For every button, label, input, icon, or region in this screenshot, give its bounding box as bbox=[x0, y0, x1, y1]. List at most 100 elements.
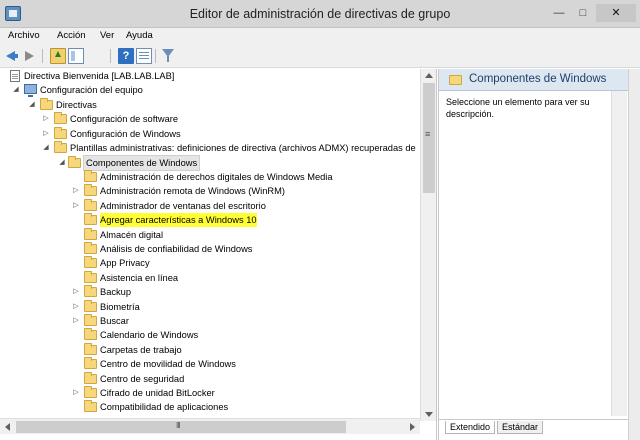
tab-estandar[interactable]: Estándar bbox=[497, 421, 544, 434]
folder-icon bbox=[68, 156, 81, 168]
expand-arrow-icon[interactable]: ▷ bbox=[42, 127, 50, 141]
tree-item-label: Centro de seguridad bbox=[100, 373, 185, 384]
up-folder-icon[interactable] bbox=[50, 48, 66, 64]
scroll-up-arrow-icon[interactable] bbox=[425, 73, 433, 78]
toolbar-separator bbox=[110, 49, 111, 63]
menu-ver[interactable]: Ver bbox=[100, 30, 114, 41]
expand-arrow-icon[interactable]: ▷ bbox=[72, 199, 80, 213]
tab-extendido[interactable]: Extendido bbox=[445, 421, 496, 434]
toolbar: ? bbox=[0, 44, 640, 68]
tree-item-label: Configuración del equipo bbox=[40, 85, 143, 95]
folder-icon bbox=[84, 184, 97, 197]
tree-item-label: Configuración de software bbox=[70, 114, 179, 124]
folder-icon bbox=[84, 256, 97, 269]
tree-item-label: Administración de derechos digitales de … bbox=[100, 172, 333, 182]
forward-arrow-icon[interactable] bbox=[25, 51, 34, 61]
tree-item-label: Almacén digital bbox=[100, 229, 164, 240]
folder-icon bbox=[84, 386, 97, 398]
tree-item-label: Asistencia en línea bbox=[100, 272, 179, 283]
expand-arrow-icon[interactable]: ▷ bbox=[72, 285, 80, 299]
folder-icon bbox=[84, 170, 97, 182]
tree-horizontal-scrollbar[interactable] bbox=[0, 418, 420, 434]
expand-arrow-icon[interactable]: ▷ bbox=[72, 300, 80, 314]
tree-item-label: Compatibilidad de aplicaciones bbox=[100, 402, 229, 413]
tree-item-label: Análisis de confiabilidad de Windows bbox=[100, 244, 253, 254]
folder-icon bbox=[54, 127, 67, 139]
folder-icon bbox=[84, 285, 97, 298]
tree-item-label: Administrador de ventanas del escritorio bbox=[100, 200, 266, 211]
toolbar-separator bbox=[42, 49, 43, 63]
tree-item-label: Administración remota de Windows (WinRM) bbox=[100, 186, 285, 197]
console-tree: Directiva Bienvenida [LAB.LAB.LAB] ◢ Con… bbox=[0, 69, 420, 421]
folder-icon bbox=[84, 371, 97, 384]
title-bar: Editor de administración de directivas d… bbox=[0, 0, 640, 28]
scroll-left-arrow-icon[interactable] bbox=[5, 423, 10, 431]
toolbar-separator bbox=[155, 49, 156, 63]
window-title: Editor de administración de directivas d… bbox=[189, 7, 451, 21]
menu-accion[interactable]: Acción bbox=[57, 30, 86, 41]
folder-icon bbox=[84, 314, 97, 326]
collapse-arrow-icon[interactable]: ◢ bbox=[58, 156, 66, 170]
window-right-edge bbox=[628, 69, 640, 440]
scroll-right-arrow-icon[interactable] bbox=[410, 423, 415, 431]
tree-item-label: Centro de movilidad de Windows bbox=[100, 359, 236, 370]
folder-icon bbox=[84, 328, 97, 341]
folder-icon bbox=[84, 242, 97, 254]
tree-item-label: Agregar características a Windows 10 bbox=[100, 213, 257, 228]
menu-ayuda[interactable]: Ayuda bbox=[126, 30, 153, 41]
tree-item-label: Buscar bbox=[100, 316, 129, 326]
folder-icon bbox=[54, 112, 67, 124]
console-tree-pane: Directiva Bienvenida [LAB.LAB.LAB] ◢ Con… bbox=[0, 69, 437, 440]
folder-icon bbox=[84, 400, 97, 413]
folder-icon bbox=[40, 98, 53, 110]
folder-icon bbox=[84, 270, 97, 283]
folder-icon bbox=[84, 213, 97, 226]
collapse-arrow-icon[interactable]: ◢ bbox=[42, 141, 50, 155]
collapse-arrow-icon[interactable]: ◢ bbox=[28, 98, 36, 112]
detail-header: Componentes de Windows bbox=[439, 69, 629, 91]
show-hide-tree-icon[interactable] bbox=[68, 48, 84, 64]
scrollbar-thumb[interactable] bbox=[423, 83, 435, 193]
tree-item-label: Directiva Bienvenida [LAB.LAB.LAB] bbox=[24, 71, 175, 81]
menu-bar: Archivo Acción Ver Ayuda bbox=[0, 28, 640, 44]
expand-arrow-icon[interactable]: ▷ bbox=[42, 112, 50, 126]
detail-title: Componentes de Windows bbox=[469, 73, 607, 85]
tree-item-label: Cifrado de unidad BitLocker bbox=[100, 388, 215, 398]
minimize-button[interactable]: — bbox=[548, 4, 570, 22]
detail-pane: Componentes de Windows Seleccione un ele… bbox=[438, 69, 629, 440]
tree-item-label: Configuración de Windows bbox=[70, 129, 181, 139]
scrollbar-thumb[interactable] bbox=[16, 421, 346, 433]
folder-icon bbox=[449, 75, 462, 85]
menu-archivo[interactable]: Archivo bbox=[8, 30, 40, 41]
tree-item-label: App Privacy bbox=[100, 258, 150, 269]
policy-document-icon bbox=[10, 70, 20, 82]
folder-icon bbox=[84, 357, 97, 370]
tree-item-label: Calendario de Windows bbox=[100, 330, 199, 341]
tree-item-label: Biometría bbox=[100, 301, 140, 312]
tree-item-label: Plantillas administrativas: definiciones… bbox=[70, 143, 416, 153]
tree-vertical-scrollbar[interactable] bbox=[420, 69, 436, 421]
folder-icon bbox=[54, 141, 67, 153]
scroll-down-arrow-icon[interactable] bbox=[425, 412, 433, 417]
help-icon[interactable]: ? bbox=[118, 48, 134, 64]
tree-item-label: Componentes de Windows bbox=[82, 155, 201, 171]
computer-icon bbox=[24, 84, 37, 97]
collapse-arrow-icon[interactable]: ◢ bbox=[12, 83, 20, 97]
maximize-button[interactable]: □ bbox=[572, 4, 594, 22]
back-arrow-icon[interactable] bbox=[6, 51, 18, 61]
tree-item-label: Directivas bbox=[56, 100, 97, 110]
tree-item-label: Backup bbox=[100, 287, 132, 298]
expand-arrow-icon[interactable]: ▷ bbox=[72, 184, 80, 198]
detail-vertical-scrollbar[interactable] bbox=[611, 91, 627, 416]
folder-icon bbox=[84, 299, 97, 312]
expand-arrow-icon[interactable]: ▷ bbox=[72, 314, 80, 328]
close-button[interactable]: ✕ bbox=[596, 4, 636, 22]
folder-icon bbox=[84, 227, 97, 240]
filter-icon[interactable] bbox=[162, 49, 174, 62]
folder-icon bbox=[84, 342, 97, 355]
view-tabs: Extendido Estándar bbox=[439, 419, 629, 435]
properties-icon[interactable] bbox=[136, 48, 152, 64]
expand-arrow-icon[interactable]: ▷ bbox=[72, 386, 80, 400]
detail-description: Seleccione un elemento para ver su descr… bbox=[446, 97, 590, 119]
folder-icon bbox=[84, 198, 97, 211]
